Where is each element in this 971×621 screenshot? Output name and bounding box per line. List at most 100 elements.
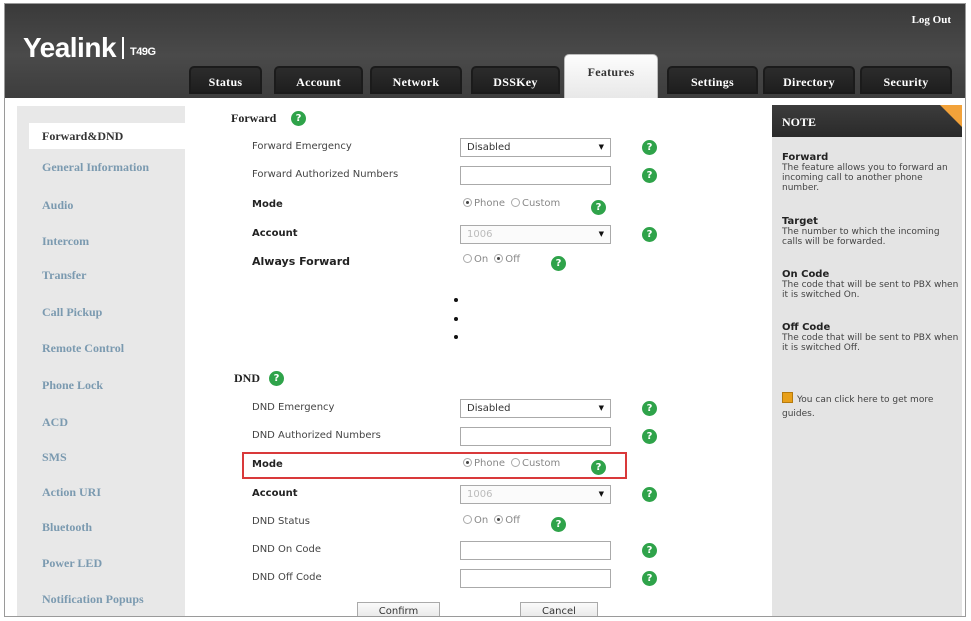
- dnd-status-off-label: Off: [505, 515, 520, 526]
- sidebar-item-call-pickup[interactable]: Call Pickup: [17, 301, 185, 323]
- note-entry-text: The code that will be sent to PBX when i…: [782, 280, 959, 300]
- note-entry-on-code: On Code The code that will be sent to PB…: [782, 269, 960, 300]
- dnd-mode-help-icon[interactable]: ?: [591, 460, 606, 475]
- forward-emergency-value: Disabled: [467, 142, 511, 153]
- guide-link[interactable]: You can click here to get more guides.: [782, 392, 960, 420]
- sidebar-item-sms[interactable]: SMS: [17, 446, 185, 468]
- forward-authorized-help-icon[interactable]: ?: [642, 168, 657, 183]
- forward-mode-custom-radio[interactable]: [510, 198, 520, 207]
- ellipsis-dot: [454, 335, 458, 339]
- dnd-on-code-help-icon[interactable]: ?: [642, 543, 657, 558]
- dnd-account-value: 1006: [467, 489, 493, 500]
- tab-features[interactable]: Features: [564, 54, 658, 98]
- sidebar-item-intercom[interactable]: Intercom: [17, 230, 185, 252]
- tab-settings[interactable]: Settings: [667, 66, 758, 94]
- forward-help-icon[interactable]: ?: [291, 111, 306, 126]
- sidebar-item-acd[interactable]: ACD: [17, 411, 185, 433]
- forward-account-select[interactable]: 1006 ▼: [460, 225, 611, 244]
- tab-security[interactable]: Security: [860, 66, 952, 94]
- brand-name: Yealink: [23, 32, 117, 63]
- sidebar-item-action-uri[interactable]: Action URI: [17, 481, 185, 503]
- sidebar-item-remote-control[interactable]: Remote Control: [17, 337, 185, 359]
- forward-authorized-input[interactable]: [460, 166, 611, 185]
- forward-account-help-icon[interactable]: ?: [642, 227, 657, 242]
- forward-section-title: Forward: [231, 111, 277, 125]
- forward-emergency-help-icon[interactable]: ?: [642, 140, 657, 155]
- logout-link[interactable]: Log Out: [912, 14, 951, 26]
- forward-emergency-select[interactable]: Disabled ▼: [460, 138, 611, 157]
- confirm-button[interactable]: Confirm: [357, 602, 440, 616]
- tab-network[interactable]: Network: [370, 66, 462, 94]
- sidebar-item-notification-popups[interactable]: Notification Popups: [17, 588, 185, 610]
- model-label: T49G: [130, 46, 156, 58]
- note-entry-off-code: Off Code The code that will be sent to P…: [782, 322, 960, 353]
- dnd-off-code-input[interactable]: [460, 569, 611, 588]
- dnd-account-help-icon[interactable]: ?: [642, 487, 657, 502]
- main-tabs: Status Account Network DSSKey Features S…: [5, 54, 965, 98]
- chevron-down-icon: ▼: [598, 490, 604, 498]
- note-entry-forward: Forward The feature allows you to forwar…: [782, 152, 960, 193]
- sidebar-item-phone-lock[interactable]: Phone Lock: [17, 374, 185, 396]
- sidebar-item-forward-dnd[interactable]: Forward&DND: [29, 123, 185, 149]
- sidebar-item-general-information[interactable]: General Information: [17, 156, 185, 178]
- dnd-status-on-radio[interactable]: [463, 515, 472, 524]
- dnd-emergency-value: Disabled: [467, 403, 511, 414]
- dnd-status-off-radio[interactable]: [494, 515, 504, 524]
- ellipsis-dot: [454, 317, 458, 321]
- dnd-off-code-label: DND Off Code: [252, 572, 322, 583]
- note-entry-title: Off Code: [782, 322, 831, 333]
- always-forward-radio-group: On Off: [463, 254, 526, 265]
- always-forward-off-radio[interactable]: [494, 254, 504, 263]
- dnd-emergency-help-icon[interactable]: ?: [642, 401, 657, 416]
- dnd-authorized-label: DND Authorized Numbers: [252, 430, 381, 441]
- dnd-emergency-label: DND Emergency: [252, 402, 335, 413]
- tab-dsskey[interactable]: DSSKey: [471, 66, 560, 94]
- forward-account-value: 1006: [467, 229, 493, 240]
- note-entry-title: Forward: [782, 152, 829, 163]
- forward-mode-label: Mode: [252, 199, 283, 210]
- brand-logo: Yealink T49G: [23, 32, 156, 64]
- guide-text: You can click here to get more guides.: [782, 395, 934, 419]
- dnd-off-code-help-icon[interactable]: ?: [642, 571, 657, 586]
- dnd-on-code-input[interactable]: [460, 541, 611, 560]
- forward-account-label: Account: [252, 228, 298, 239]
- note-entry-text: The number to which the incoming calls w…: [782, 227, 940, 247]
- note-corner-accent: [940, 105, 962, 127]
- dnd-status-help-icon[interactable]: ?: [551, 517, 566, 532]
- tab-account[interactable]: Account: [274, 66, 363, 94]
- tab-directory[interactable]: Directory: [763, 66, 855, 94]
- always-forward-on-radio[interactable]: [463, 254, 472, 263]
- sidebar-item-power-led[interactable]: Power LED: [17, 552, 185, 574]
- forward-mode-phone-label: Phone: [474, 198, 505, 209]
- note-title: NOTE: [782, 115, 817, 129]
- dnd-emergency-select[interactable]: Disabled ▼: [460, 399, 611, 418]
- dnd-help-icon[interactable]: ?: [269, 371, 284, 386]
- dnd-mode-phone-radio[interactable]: [463, 458, 472, 467]
- forward-mode-help-icon[interactable]: ?: [591, 200, 606, 215]
- note-entry-target: Target The number to which the incoming …: [782, 216, 960, 247]
- dnd-account-label: Account: [252, 488, 298, 499]
- note-header: NOTE: [772, 105, 962, 137]
- dnd-status-on-label: On: [474, 515, 489, 526]
- dnd-on-code-label: DND On Code: [252, 544, 322, 555]
- cancel-button[interactable]: Cancel: [520, 602, 598, 616]
- sidebar: Forward&DND General Information Audio In…: [17, 106, 185, 616]
- sidebar-item-transfer[interactable]: Transfer: [17, 264, 185, 286]
- sidebar-item-audio[interactable]: Audio: [17, 194, 185, 216]
- dnd-authorized-input[interactable]: [460, 427, 611, 446]
- dnd-mode-custom-radio[interactable]: [510, 458, 520, 467]
- ellipsis-dot: [454, 298, 458, 302]
- tab-status[interactable]: Status: [189, 66, 262, 94]
- dnd-authorized-help-icon[interactable]: ?: [642, 429, 657, 444]
- dnd-mode-label: Mode: [252, 459, 283, 470]
- guide-book-icon: [782, 392, 793, 403]
- dnd-account-select[interactable]: 1006 ▼: [460, 485, 611, 504]
- chevron-down-icon: ▼: [598, 404, 604, 412]
- forward-mode-phone-radio[interactable]: [463, 198, 472, 207]
- forward-mode-custom-label: Custom: [521, 198, 561, 209]
- note-entry-title: On Code: [782, 269, 830, 280]
- note-entry-text: The feature allows you to forward an inc…: [782, 163, 948, 193]
- always-forward-help-icon[interactable]: ?: [551, 256, 566, 271]
- sidebar-item-bluetooth[interactable]: Bluetooth: [17, 516, 185, 538]
- note-entry-text: The code that will be sent to PBX when i…: [782, 333, 959, 353]
